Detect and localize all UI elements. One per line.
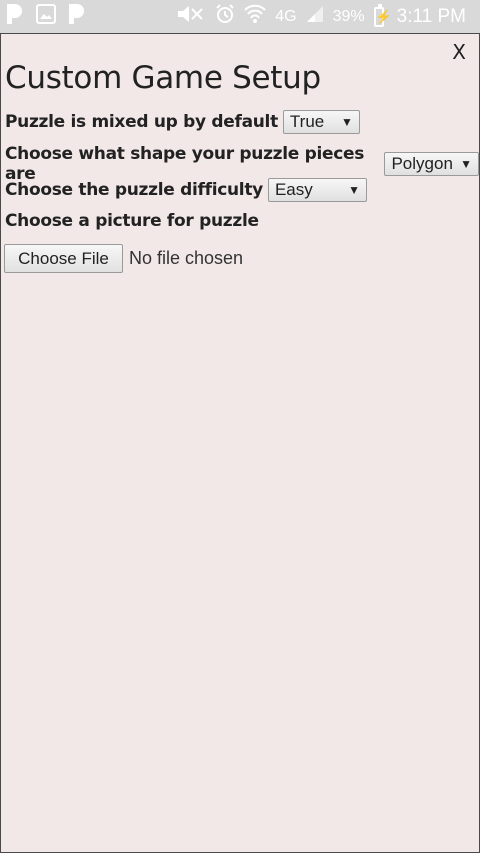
custom-game-setup-dialog: X Custom Game Setup Puzzle is mixed up b…: [0, 33, 480, 853]
battery-icon: ⚡: [373, 3, 392, 27]
difficulty-value: Easy: [274, 180, 313, 199]
close-button[interactable]: X: [452, 40, 466, 64]
difficulty-select[interactable]: Easy ▼: [267, 178, 367, 202]
mixed-up-row: Puzzle is mixed up by default True ▼: [5, 110, 360, 134]
signal-icon: [306, 5, 324, 28]
picture-row: Choose a picture for puzzle: [5, 211, 259, 231]
dropdown-arrow-icon: ▼: [348, 183, 360, 197]
piece-shape-select[interactable]: Polygon ▼: [384, 152, 479, 176]
difficulty-row: Choose the puzzle difficulty Easy ▼: [5, 178, 367, 202]
status-bar-right: 4G 39% ⚡ 3:11 PM: [176, 3, 466, 29]
page-title: Custom Game Setup: [5, 60, 321, 96]
wifi-icon: [244, 4, 266, 29]
difficulty-label: Choose the puzzle difficulty: [5, 180, 263, 200]
battery-percent: 39%: [332, 7, 365, 25]
pandora-icon: [68, 3, 86, 30]
alarm-icon: [215, 4, 235, 29]
clock: 3:11 PM: [396, 5, 466, 27]
file-status: No file chosen: [129, 248, 244, 268]
lte-icon: 4G: [275, 7, 297, 25]
mute-icon: [176, 4, 206, 29]
dropdown-arrow-icon: ▼: [460, 157, 472, 171]
mixed-up-value: True: [289, 112, 325, 131]
mixed-up-label: Puzzle is mixed up by default: [5, 112, 278, 132]
file-picker: Choose File No file chosen: [4, 244, 243, 273]
mixed-up-select[interactable]: True ▼: [282, 110, 360, 134]
image-icon: [36, 4, 56, 29]
piece-shape-value: Polygon: [391, 154, 453, 173]
status-bar: 4G 39% ⚡ 3:11 PM: [0, 0, 480, 33]
picture-label: Choose a picture for puzzle: [5, 211, 259, 231]
status-bar-left: [6, 4, 86, 29]
choose-file-button[interactable]: Choose File: [4, 244, 123, 273]
dropdown-arrow-icon: ▼: [341, 115, 353, 129]
pandora-icon: [6, 3, 24, 30]
